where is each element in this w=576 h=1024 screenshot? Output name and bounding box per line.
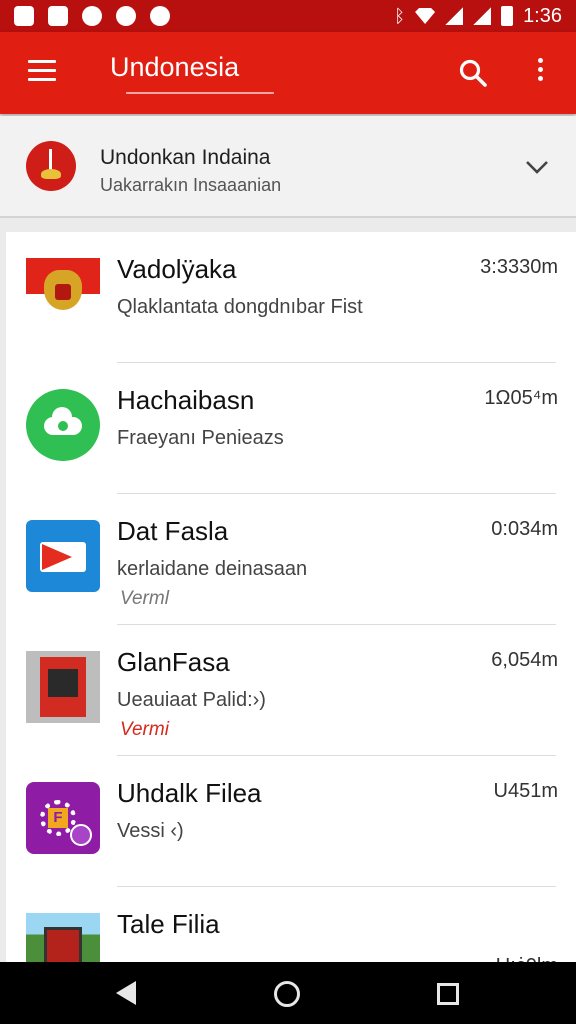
list-item[interactable]: Dat Fasla kerlaidane deinasaan Verml 0:0… xyxy=(6,494,576,625)
file-list: Vadolÿaka Qlaklantata dongdnıbar Fist 3:… xyxy=(6,232,576,964)
item-title: Dat Fasla xyxy=(117,516,229,546)
item-extra: Vermi xyxy=(120,719,169,740)
back-icon[interactable] xyxy=(116,981,136,1005)
music-icon xyxy=(82,6,102,26)
app-title: Undonesia xyxy=(110,52,240,82)
gallery-icon xyxy=(14,6,34,26)
item-time: 1Ω05⁴m xyxy=(484,387,558,409)
search-icon[interactable] xyxy=(458,58,488,88)
bluetooth-icon: ᛒ xyxy=(394,5,406,26)
account-subtitle: Uakarrakın Insaaanian xyxy=(100,175,282,195)
item-time: 6,054m xyxy=(491,649,558,671)
item-title: Hachaibasn xyxy=(117,385,255,415)
system-icons: ᛒ 1:36 xyxy=(394,5,562,28)
list-item[interactable]: Vadolÿaka Qlaklantata dongdnıbar Fist 3:… xyxy=(6,232,576,363)
cloud-app-icon xyxy=(26,389,100,461)
video-app-icon xyxy=(26,520,100,592)
item-time: U451m xyxy=(493,780,558,802)
app-bar: Undonesia xyxy=(0,32,576,114)
list-item[interactable]: F Uhdalk Filea Vessi ‹) U451m xyxy=(6,756,576,887)
n-icon xyxy=(48,6,68,26)
list-item[interactable]: Tale Filia U:ċ0lm xyxy=(6,887,576,964)
chevron-down-icon[interactable] xyxy=(524,154,550,180)
opera-icon xyxy=(116,6,136,26)
item-title: GlanFasa xyxy=(117,647,230,677)
battery-icon xyxy=(501,6,514,26)
signal-icon xyxy=(445,7,464,25)
indonesia-flag-icon xyxy=(26,258,100,330)
item-subtitle: Fraeyanı Penieazs xyxy=(117,427,284,449)
item-subtitle: Qlaklantata dongdnıbar Fist xyxy=(117,296,363,318)
recents-icon[interactable] xyxy=(437,983,459,1005)
item-subtitle: kerlaidane deinasaan xyxy=(117,558,308,580)
nature-thumbnail-icon xyxy=(26,913,100,964)
item-time: 0:034m xyxy=(491,518,558,540)
photo-thumbnail-icon xyxy=(26,651,100,723)
play-icon xyxy=(150,6,170,26)
status-bar: ᛒ 1:36 xyxy=(0,0,576,32)
list-item[interactable]: Hachaibasn Fraeyanı Penieazs 1Ω05⁴m xyxy=(6,363,576,494)
navigation-bar xyxy=(0,962,576,1024)
item-extra: Verml xyxy=(120,588,169,609)
item-title: Uhdalk Filea xyxy=(117,778,262,808)
gear-app-icon: F xyxy=(26,782,100,854)
item-title: Vadolÿaka xyxy=(117,254,237,284)
home-icon[interactable] xyxy=(274,981,300,1007)
account-name: Undonkan Indaina xyxy=(100,146,271,169)
signal-icon xyxy=(473,7,492,25)
wifi-icon xyxy=(415,8,436,24)
item-subtitle: Vessi ‹) xyxy=(117,820,184,842)
list-item[interactable]: GlanFasa Ueauiaat Palid:›) Vermi 6,054m xyxy=(6,625,576,756)
more-vert-icon[interactable] xyxy=(534,58,546,88)
item-subtitle: Ueauiaat Palid:›) xyxy=(117,689,266,711)
title-underline xyxy=(126,92,274,94)
item-time: 3:3330m xyxy=(480,256,558,278)
account-avatar xyxy=(26,141,76,191)
item-title: Tale Filia xyxy=(117,909,220,939)
account-header[interactable]: Undonkan Indaina Uakarrakın Insaaanian xyxy=(0,116,576,218)
status-time: 1:36 xyxy=(523,4,562,27)
menu-icon[interactable] xyxy=(28,60,56,82)
notification-icons xyxy=(14,6,170,26)
